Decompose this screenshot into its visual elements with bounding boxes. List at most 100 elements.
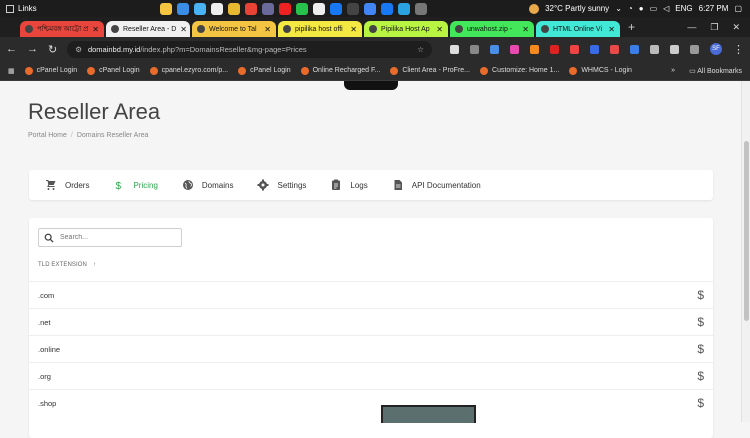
bookmark-item[interactable]: Online Recharged F... — [300, 66, 380, 75]
browser-tab[interactable]: Welcome to Tal ✕ — [192, 21, 276, 37]
nav-logs[interactable]: Logs — [324, 170, 373, 200]
chrome-active-icon[interactable] — [262, 2, 274, 15]
nav-settings[interactable]: Settings — [251, 170, 312, 200]
bookmark-item[interactable]: Customize: Home 1... — [480, 66, 559, 75]
scrollbar-thumb[interactable] — [744, 141, 749, 321]
extension-icon[interactable] — [610, 44, 619, 54]
back-icon[interactable]: ← — [6, 43, 17, 55]
new-tab-button[interactable]: + — [628, 20, 635, 34]
bookmark-star-icon[interactable]: ☆ — [417, 45, 424, 54]
maximize-icon[interactable]: ❐ — [710, 22, 718, 33]
extension-icon[interactable] — [490, 44, 499, 54]
tab-close-icon[interactable]: ✕ — [264, 25, 271, 34]
notepad-icon[interactable] — [211, 2, 223, 15]
dollar-icon[interactable]: $ — [697, 369, 704, 383]
menu-icon[interactable]: ⋮ — [733, 43, 744, 56]
dollar-icon[interactable]: $ — [697, 288, 704, 302]
extensions-puzzle-icon[interactable] — [650, 44, 659, 54]
tab-favicon-icon — [455, 25, 463, 33]
close-window-icon[interactable]: ✕ — [732, 22, 740, 33]
tld-name: .online — [38, 344, 61, 354]
download-icon[interactable] — [670, 44, 679, 54]
extension-icon[interactable] — [630, 44, 639, 54]
telegram-icon[interactable] — [398, 2, 410, 15]
all-bookmarks[interactable]: ▭ All Bookmarks — [689, 67, 742, 75]
clock[interactable]: 6:27 PM — [699, 4, 729, 13]
search-app-icon[interactable] — [160, 2, 172, 15]
forward-icon[interactable]: → — [27, 43, 38, 55]
mic-icon[interactable]: ● — [639, 4, 644, 13]
bookmark-item[interactable]: Client Area - ProFre... — [390, 66, 470, 75]
monitor-icon[interactable]: ▭ — [650, 4, 658, 13]
bookmark-item[interactable]: cPanel Login — [24, 66, 77, 75]
breadcrumb-home[interactable]: Portal Home — [28, 132, 67, 139]
language-indicator[interactable]: ENG — [675, 4, 692, 13]
drive-icon[interactable] — [364, 2, 376, 15]
nav-api-documentation[interactable]: API Documentation — [386, 170, 487, 200]
dollar-icon[interactable]: $ — [697, 342, 704, 356]
extension-icon[interactable] — [530, 44, 539, 54]
column-header-tld[interactable]: TLD EXTENSION ↑ — [38, 262, 96, 268]
site-info-icon[interactable]: ⚙ — [75, 45, 82, 54]
nav-orders[interactable]: Orders — [39, 170, 95, 200]
weather-text[interactable]: 32°C Partly sunny — [545, 4, 609, 13]
edge-icon[interactable] — [177, 2, 189, 15]
settings-app-icon[interactable] — [415, 2, 427, 15]
browser-tab[interactable]: HTML Online Vi ✕ — [536, 21, 620, 37]
wifi-icon[interactable]: ◔ — [628, 4, 633, 13]
chrome-icon[interactable] — [245, 2, 257, 15]
app-icon[interactable] — [313, 2, 325, 15]
volume-icon[interactable]: ◁ — [663, 4, 669, 13]
address-bar[interactable]: ⚙ domainbd.my.id/index.php?m=DomainsRese… — [67, 40, 432, 58]
facebook-icon[interactable] — [330, 2, 342, 15]
extension-icon[interactable] — [570, 44, 579, 54]
tab-close-icon[interactable]: ✕ — [608, 25, 615, 34]
minimize-icon[interactable]: — — [687, 22, 696, 33]
chevron-up-icon[interactable]: ⌄ — [615, 4, 622, 13]
apps-grid-icon[interactable]: ▦ — [8, 67, 15, 75]
extension-icon[interactable] — [450, 44, 459, 54]
more-bookmarks-icon[interactable]: » — [671, 67, 675, 75]
search-input[interactable] — [60, 234, 170, 241]
bookmark-item[interactable]: WHMCS - Login — [569, 66, 632, 75]
bookmark-item[interactable]: cPanel Login — [238, 66, 291, 75]
dollar-icon[interactable]: $ — [697, 315, 704, 329]
taskbar-links[interactable]: Links — [0, 4, 80, 13]
page-scrollbar[interactable] — [741, 81, 750, 422]
tab-close-icon[interactable]: ✕ — [92, 25, 99, 34]
sidebar-icon[interactable] — [690, 44, 699, 54]
tab-close-icon[interactable]: ✕ — [436, 25, 443, 34]
bookmark-favicon-icon — [480, 66, 489, 75]
extension-icon[interactable] — [470, 44, 479, 54]
bookmark-favicon-icon — [238, 66, 247, 75]
bookmark-item[interactable]: cpanel.ezyro.com/p... — [149, 66, 228, 75]
profile-avatar[interactable]: SF — [710, 43, 722, 55]
reload-icon[interactable]: ↻ — [48, 43, 57, 56]
tab-close-icon[interactable]: ✕ — [180, 25, 187, 34]
extension-icon[interactable] — [510, 44, 519, 54]
dollar-icon[interactable]: $ — [697, 396, 704, 410]
browser-tab[interactable]: Pipilika Host Ap ✕ — [364, 21, 448, 37]
svg-text:$: $ — [116, 181, 122, 191]
tab-close-icon[interactable]: ✕ — [350, 25, 357, 34]
tab-close-icon[interactable]: ✕ — [522, 25, 529, 34]
whatsapp-icon[interactable] — [296, 2, 308, 15]
sort-arrow-icon[interactable]: ↑ — [93, 262, 96, 268]
extension-icon[interactable] — [590, 44, 599, 54]
files-icon[interactable] — [228, 2, 240, 15]
search-box[interactable] — [38, 228, 182, 247]
notification-icon[interactable]: ▢ — [734, 4, 742, 13]
nav-pricing[interactable]: $ Pricing — [107, 170, 163, 200]
browser-tab[interactable]: Reseller Area - D ✕ — [106, 21, 190, 37]
browser-tab[interactable]: pipilika host offi ✕ — [278, 21, 362, 37]
youtube-icon[interactable] — [279, 2, 291, 15]
nav-domains[interactable]: Domains — [176, 170, 240, 200]
bookmark-item[interactable]: cPanel Login — [87, 66, 140, 75]
app2-icon[interactable] — [347, 2, 359, 15]
facebook2-icon[interactable] — [381, 2, 393, 15]
extension-icon[interactable] — [550, 44, 559, 54]
store-icon[interactable] — [194, 2, 206, 15]
browser-tab[interactable]: পশ্চিমবঙ্গ আট্টো প্র ✕ — [20, 21, 104, 37]
browser-tab[interactable]: unwahost.zip - ✕ — [450, 21, 534, 37]
video-preview-thumbnail[interactable] — [381, 405, 476, 423]
